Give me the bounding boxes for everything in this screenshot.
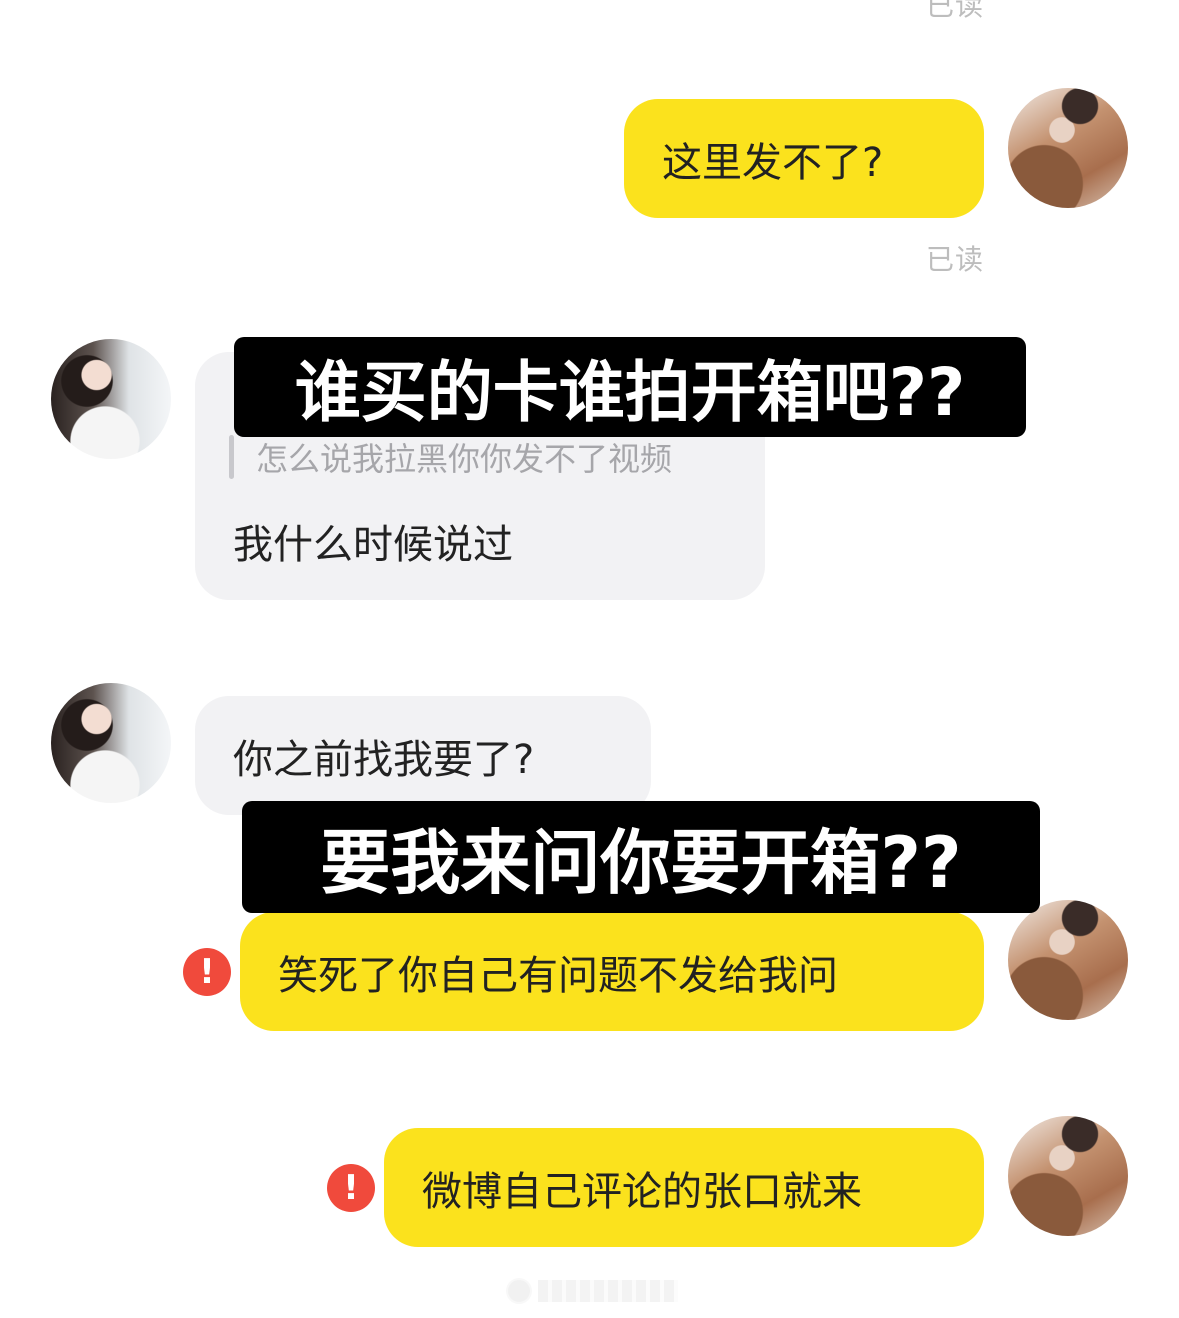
message-text: 这里发不了? (662, 139, 884, 186)
my-message-bubble[interactable]: 微博自己评论的张口就来 (384, 1128, 984, 1247)
read-status: 已读 (926, 243, 985, 276)
friend-avatar[interactable] (51, 683, 171, 803)
message-text: 你之前找我要了? (233, 736, 535, 783)
send-failed-icon[interactable]: ! (183, 948, 231, 996)
message-text: 微博自己评论的张口就来 (422, 1168, 862, 1215)
friend-message-bubble[interactable]: 你之前找我要了? (195, 696, 651, 815)
message-text: 我什么时候说过 (233, 522, 513, 568)
caption-overlay: 要我来问你要开箱?? (242, 801, 1040, 913)
watermark-icon (506, 1278, 532, 1304)
send-failed-icon[interactable]: ! (327, 1164, 375, 1212)
watermark (506, 1278, 678, 1304)
quoted-text: 怎么说我拉黑你你发不了视频 (256, 440, 673, 478)
caption-overlay: 谁买的卡谁拍开箱吧?? (234, 337, 1026, 437)
my-message-bubble[interactable]: 这里发不了? (624, 99, 984, 218)
my-message-bubble[interactable]: 笑死了你自己有问题不发给我问 (240, 912, 984, 1031)
quote-bar (229, 435, 234, 479)
my-avatar[interactable] (1008, 1116, 1128, 1236)
my-avatar[interactable] (1008, 88, 1128, 208)
watermark-text-shape (538, 1280, 678, 1302)
quoted-message[interactable]: 怎么说我拉黑你你发不了视频 (229, 434, 672, 480)
message-text: 笑死了你自己有问题不发给我问 (278, 952, 838, 999)
friend-avatar[interactable] (51, 339, 171, 459)
read-status-top: 已读 (926, 0, 985, 22)
my-avatar[interactable] (1008, 900, 1128, 1020)
